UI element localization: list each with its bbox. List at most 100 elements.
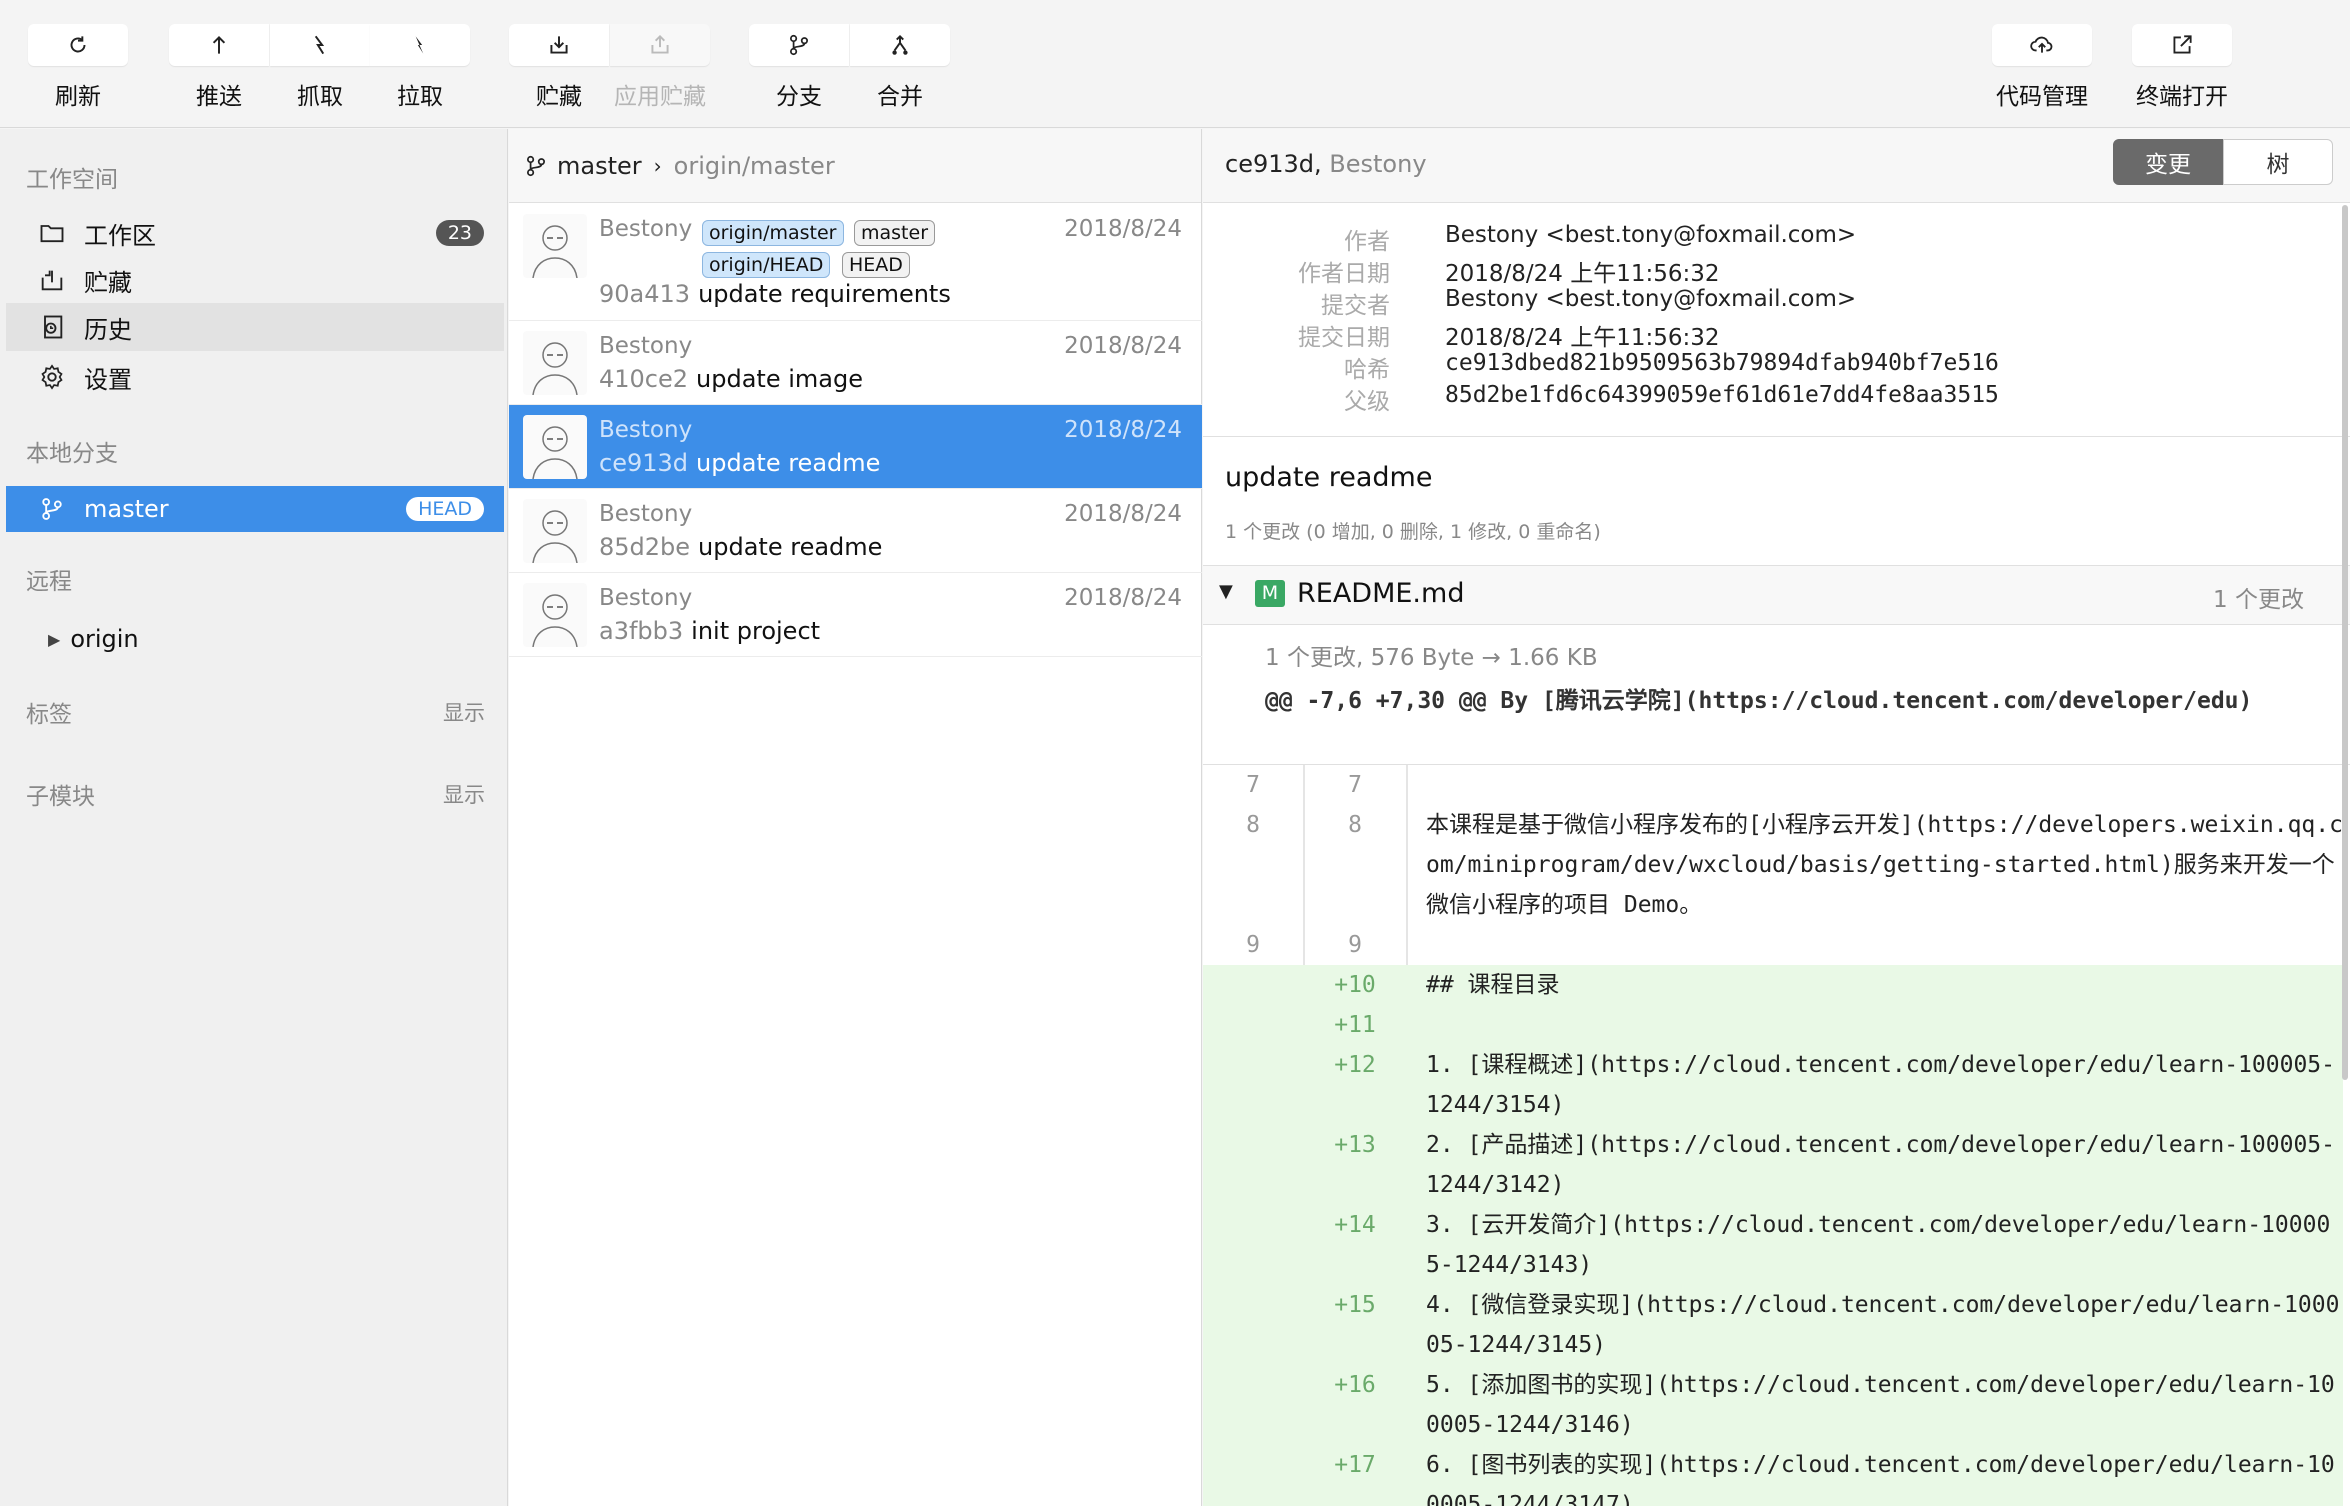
merge-button[interactable]: 合并 [850,24,950,110]
sidebar-item-history[interactable]: 历史 [6,303,504,351]
avatar [523,214,587,278]
folder-icon [40,225,64,243]
push-icon [212,36,226,54]
commit-detail: ce913d, Bestony 变更 树 作者 Bestony <best.ton… [1203,129,2350,1506]
code-manage-button[interactable]: 代码管理 [1992,24,2092,110]
apply-stash-button[interactable]: 应用贮藏 [610,24,710,110]
branch-button[interactable]: 分支 [749,24,849,110]
sidebar-item-stash[interactable]: 贮藏 [6,256,504,304]
branch-label: 分支 [776,84,822,110]
push-button[interactable]: 推送 [169,24,269,110]
diff-line: 8 8 本课程是基于微信小程序发布的[小程序云开发](https://develop… [1203,805,2343,925]
tab-changes[interactable]: 变更 [2113,139,2223,185]
code-text: 1. [课程概述](https://cloud.tencent.com/deve… [1426,1052,2335,1118]
commit-hash: 410ce2 [599,365,689,393]
commit-row-selected[interactable]: Bestony 2018/8/24 ce913d update readme [509,405,1202,489]
code-text: 4. [微信登录实现](https://cloud.tencent.com/de… [1426,1292,2340,1358]
new-line-number: +14 [1334,1212,1376,1238]
sidebar-remote-origin[interactable]: ▶ origin [6,615,504,663]
disclosure-triangle-icon: ▶ [48,629,61,649]
branch-name: master [84,495,169,523]
commit-hash: ce913d [599,449,689,477]
meta-value: 2018/8/24 上午11:56:32 [1445,325,1720,351]
diff-line-added: +12 1. [课程概述](https://cloud.tencent.com/d… [1203,1045,2343,1125]
commit-row[interactable]: Bestony 2018/8/24 410ce2 update image [509,321,1202,405]
sidebar-item-working-tree[interactable]: 工作区 23 [6,209,504,257]
commit-author: Bestony [599,417,693,443]
detail-header: ce913d, Bestony 变更 树 [1203,129,2350,203]
ref-tag: origin/HEAD [702,252,831,278]
detail-author: Bestony [1329,150,1427,178]
detail-scrollbar[interactable] [2342,205,2348,1080]
diff-line-added: +15 4. [微信登录实现](https://cloud.tencent.com… [1203,1285,2343,1365]
meta-value: Bestony <best.tony@foxmail.com> [1445,286,1857,312]
stash-label: 贮藏 [536,84,582,110]
avatar [523,583,587,647]
commit-subject: update requirements [698,280,951,308]
meta-key: 哈希 [1344,357,1390,383]
ref-tag: master [854,220,936,246]
fetch-button[interactable]: 抓取 [270,24,370,110]
detail-hash: ce913d, [1225,150,1322,178]
meta-value: 2018/8/24 上午11:56:32 [1445,261,1720,287]
submodules-show-button[interactable]: 显示 [443,779,485,809]
ref-tag: origin/master [702,220,844,246]
commit-row[interactable]: Bestony 2018/8/24 a3fbb3 init project [509,573,1202,657]
sidebar-item-settings[interactable]: 设置 [6,353,504,401]
collapse-triangle-icon: ▼ [1219,581,1233,602]
refresh-button[interactable]: 刷新 [28,24,128,110]
sidebar-branch-master[interactable]: master HEAD [6,486,504,532]
terminal-open-button[interactable]: 终端打开 [2132,24,2232,110]
commit-subject: update readme [698,533,883,561]
sidebar-item-label: 设置 [84,365,132,394]
remote-name: origin [70,625,139,653]
local-branches-title: 本地分支 [26,441,118,467]
history-icon [44,315,63,339]
tags-show-button[interactable]: 显示 [443,697,485,727]
commit-row[interactable]: Bestony 2018/8/24 85d2be update readme [509,489,1202,573]
new-line-number: +13 [1334,1132,1376,1158]
stash-button[interactable]: 贮藏 [509,24,609,110]
new-line-number: 9 [1348,932,1362,958]
new-line-number: +10 [1334,972,1376,998]
diff-line-added: +10 ## 课程目录 [1203,965,2343,1005]
chevron-right-icon: › [653,153,662,178]
new-line-number: +17 [1334,1452,1376,1478]
code-text: 3. [云开发简介](https://cloud.tencent.com/dev… [1426,1212,2331,1278]
tags-title: 标签 [26,702,72,728]
meta-key: 提交者 [1321,293,1390,319]
current-branch: master [557,151,642,180]
commit-subject-heading: update readme [1225,462,1433,493]
commit-date: 2018/8/24 [1064,501,1182,527]
commit-date: 2018/8/24 [1064,585,1182,611]
file-name: README.md [1297,578,1465,609]
diff-line-added: +17 6. [图书列表的实现](https://cloud.tencent.co… [1203,1445,2343,1506]
apply-stash-label: 应用贮藏 [614,84,706,110]
submodules-title: 子模块 [26,784,95,810]
file-header[interactable]: ▼ M README.md 1 个更改 [1203,565,2350,625]
stash-icon [41,270,63,291]
code-manage-label: 代码管理 [1996,84,2088,110]
old-line-number: 8 [1246,812,1260,838]
modified-badge: M [1255,580,1285,607]
meta-key: 作者 [1344,229,1390,255]
pull-icon [415,36,424,54]
new-line-number: 8 [1348,812,1362,838]
ref-tag: HEAD [842,252,910,278]
head-badge: HEAD [406,497,484,521]
diff-line-added: +14 3. [云开发简介](https://cloud.tencent.com/… [1203,1205,2343,1285]
commit-row[interactable]: Bestony 2018/8/24 origin/master master o… [509,204,1202,321]
pull-button[interactable]: 拉取 [370,24,470,110]
external-link-icon [2173,35,2192,54]
branch-icon [527,155,545,176]
diff-view: 77 8 8 本课程是基于微信小程序发布的[小程序云开发](https://deve… [1203,764,2350,1506]
toolbar: 刷新 推送 抓取 拉取 贮藏 应用贮藏 分支 合并 代码管理 终端打开 [0,0,2350,128]
tab-tree[interactable]: 树 [2223,139,2333,185]
merge-label: 合并 [877,84,923,110]
avatar [523,415,587,479]
commit-author: Bestony [599,585,693,611]
commit-hash: 85d2be [599,533,691,561]
commit-message: a3fbb3 init project [599,617,820,645]
diff-line-added: +13 2. [产品描述](https://cloud.tencent.com/d… [1203,1125,2343,1205]
meta-key: 作者日期 [1298,261,1390,287]
